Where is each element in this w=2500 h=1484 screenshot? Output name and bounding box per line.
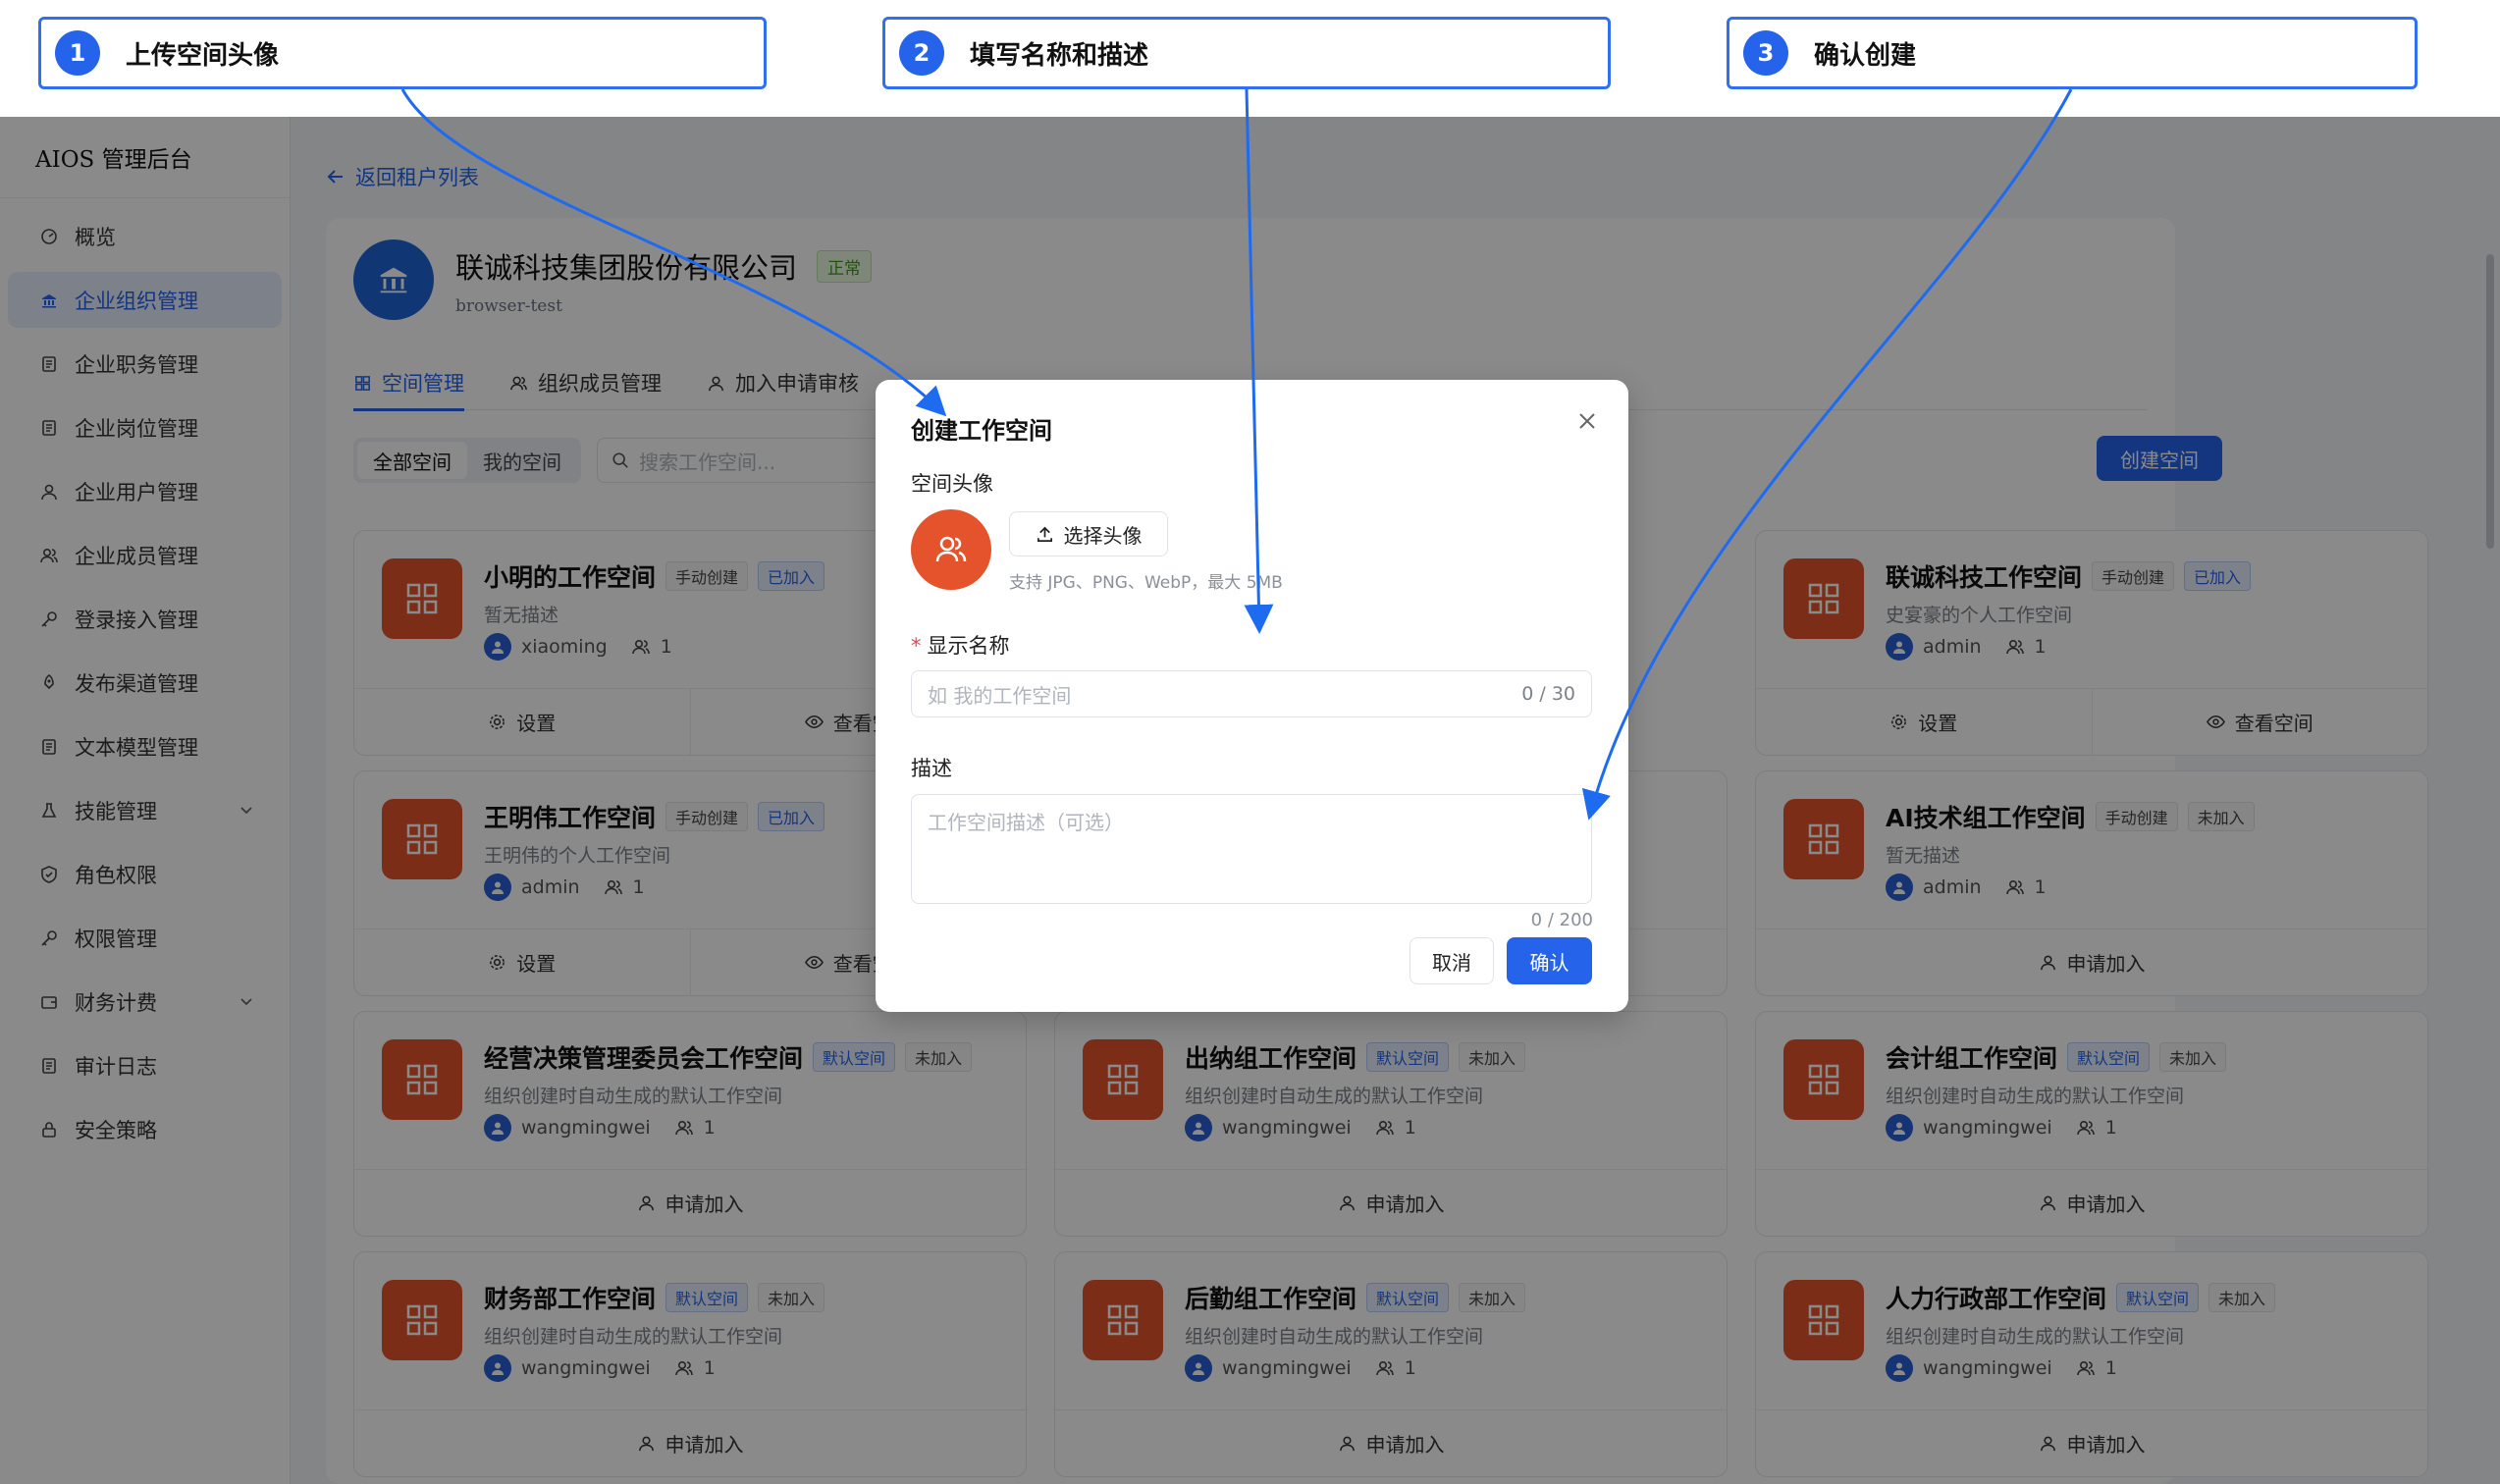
step-text: 上传空间头像: [126, 40, 280, 71]
step-1-callout: 1 上传空间头像: [38, 17, 767, 89]
name-placeholder: 如 我的工作空间: [928, 683, 1072, 708]
upload-icon: [1037, 526, 1052, 542]
close-icon[interactable]: [1575, 409, 1599, 433]
name-label: * 显示名称: [911, 630, 1010, 660]
app-window: AIOS 管理后台 概览 企业组织管理 企业职务管理 企业岗位管理 企业用户管理 企业成员…: [0, 117, 2500, 1484]
name-char-counter: 0 / 30: [1521, 683, 1575, 705]
confirm-button[interactable]: 确认: [1507, 937, 1592, 984]
step-text: 填写名称和描述: [970, 40, 1149, 71]
description-placeholder: 工作空间描述（可选）: [928, 811, 1124, 834]
step-3-callout: 3 确认创建: [1727, 17, 2418, 89]
upload-hint: 支持 JPG、PNG、WebP，最大 5MB: [1009, 573, 1283, 593]
upload-label: 选择头像: [1063, 523, 1143, 548]
step-number: 3: [1743, 30, 1788, 76]
cancel-button[interactable]: 取消: [1410, 937, 1494, 984]
description-textarea[interactable]: 工作空间描述（可选）: [911, 794, 1592, 904]
avatar-label: 空间头像: [911, 472, 993, 496]
step-number: 2: [899, 30, 944, 76]
dialog-title: 创建工作空间: [911, 417, 1052, 445]
display-name-input[interactable]: 如 我的工作空间 0 / 30: [911, 670, 1592, 717]
tutorial-steps: 1 上传空间头像 2 填写名称和描述 3 确认创建: [0, 0, 2500, 117]
create-space-dialog: 创建工作空间 空间头像 选择头像 支持 JPG、PNG、WebP，最大 5MB …: [876, 380, 1628, 1012]
users-icon: [935, 536, 967, 562]
description-label: 描述: [911, 757, 952, 780]
step-text: 确认创建: [1814, 40, 1917, 71]
name-label-text: 显示名称: [927, 634, 1010, 658]
step-number: 1: [55, 30, 100, 76]
space-avatar-preview: [911, 509, 991, 590]
required-mark: *: [911, 634, 922, 658]
step-2-callout: 2 填写名称和描述: [882, 17, 1611, 89]
description-char-counter: 0 / 200: [1530, 910, 1593, 930]
choose-avatar-button[interactable]: 选择头像: [1009, 511, 1168, 556]
